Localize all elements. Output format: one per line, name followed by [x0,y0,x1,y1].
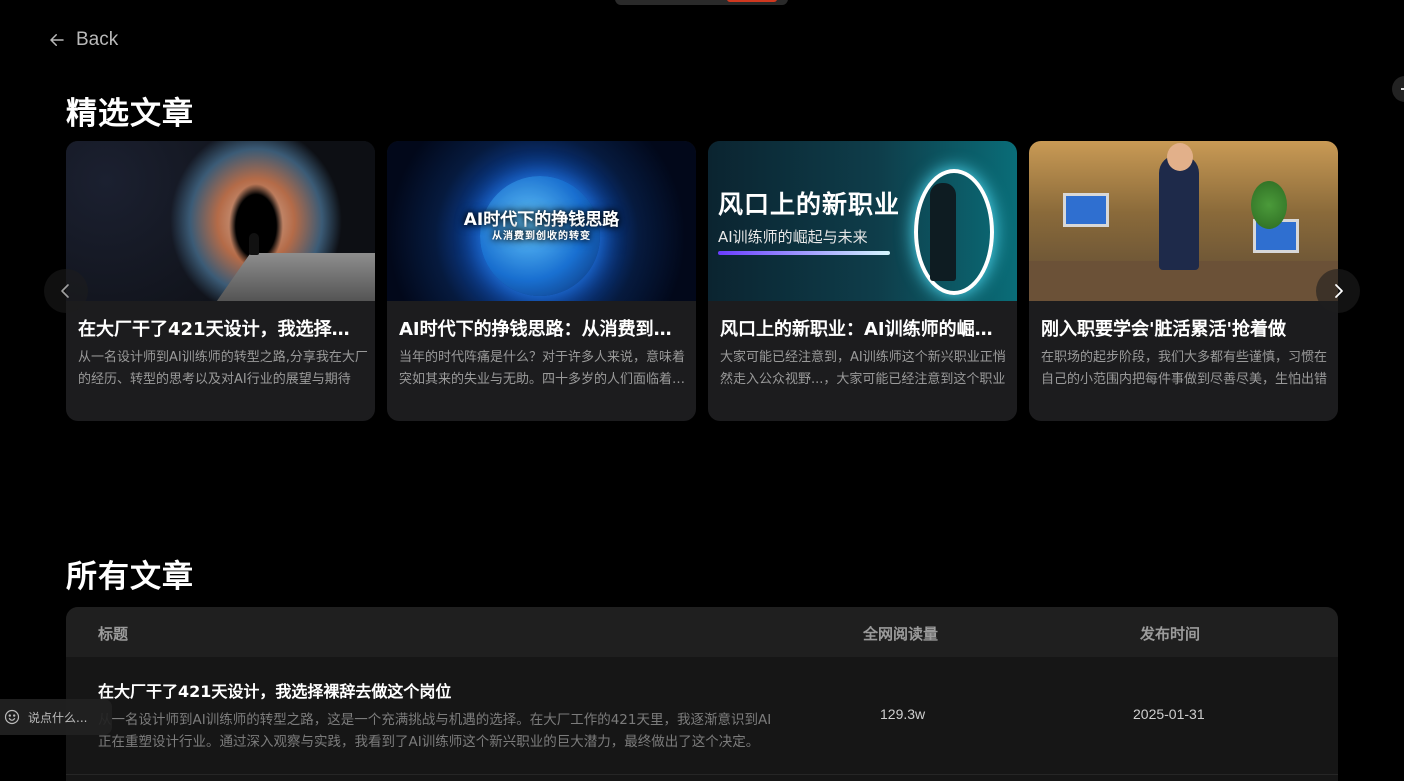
row-title: 在大厂干了421天设计，我选择裸辞去做这个岗位 [98,682,452,701]
pier-shape [201,253,375,301]
thumbnail-overlay-subtitle: AI训练师的崛起与未来 [718,228,868,246]
back-label: Back [76,29,119,50]
card-thumbnail-space-portal [66,141,375,301]
card-title: 风口上的新职业：AI训练师的崛起与未来 [720,319,1005,340]
featured-carousel: 在大厂干了421天设计，我选择裸辞去做这个岗位 从一名设计师到AI训练师的转型之… [66,141,1338,421]
row-description: 从一名设计师到AI训练师的转型之路，这是一个充满挑战与机遇的选择。在大厂工作的4… [98,712,772,750]
plant-shape [1251,181,1287,229]
articles-table: 标题 全网阅读量 发布时间 在大厂干了421天设计，我选择裸辞去做这个岗位 从一… [66,607,1338,781]
card-description: 当年的时代阵痛是什么？对于许多人来说，意味着突如其来的失业与无助。四十多岁的人们… [399,350,686,387]
featured-card[interactable]: 刚入职要学会'脏活累活'抢着做 在职场的起步阶段，我们大多都有些谨慎，习惯在自己… [1029,141,1338,421]
top-window-tab [615,0,788,5]
featured-card[interactable]: 风口上的新职业 AI训练师的崛起与未来 风口上的新职业：AI训练师的崛起与未来 … [708,141,1017,421]
card-thumbnail-office-cleaning [1029,141,1338,301]
chevron-right-icon [1335,284,1343,298]
side-collapse-button[interactable] [1392,76,1404,102]
gradient-underline [718,251,890,255]
person-silhouette [930,183,956,281]
top-tab-accent [727,0,777,2]
comment-placeholder: 说点什么... [28,710,88,725]
man-head [1167,143,1193,171]
carousel-prev-button[interactable] [44,269,88,313]
card-title: 在大厂干了421天设计，我选择裸辞去做这个岗位 [78,319,363,340]
comment-input[interactable]: 说点什么... [0,699,112,735]
card-description: 从一名设计师到AI训练师的转型之路,分享我在大厂的经历、转型的思考以及对AI行业… [78,350,368,387]
carousel-next-button[interactable] [1316,269,1360,313]
chevron-left-icon [61,284,69,298]
column-header-date: 发布时间 [1140,625,1201,643]
card-title: AI时代下的挣钱思路：从消费到创收的转变 [399,319,684,340]
table-row[interactable]: 在大厂干了421天设计，我选择裸辞去做这个岗位 从一名设计师到AI训练师的转型之… [66,657,1338,775]
card-description: 大家可能已经注意到，AI训练师这个新兴职业正悄然走入公众视野...，大家可能已经… [720,350,1006,387]
arrow-left-icon [50,34,64,46]
astronaut-figure [249,233,259,255]
thumbnail-overlay-subtitle: 从消费到创收的转变 [492,231,591,242]
card-title: 刚入职要学会'脏活累活'抢着做 [1041,319,1287,340]
featured-section-title: 精选文章 [66,96,194,132]
card-thumbnail-portal-ring: 风口上的新职业 AI训练师的崛起与未来 [708,141,1017,301]
all-articles-section-title: 所有文章 [66,559,194,595]
row-date: 2025-01-31 [1133,706,1205,722]
smiley-icon [4,709,20,725]
card-thumbnail-globe: AI时代下的挣钱思路 从消费到创收的转变 [387,141,696,301]
thumbnail-overlay-title: 风口上的新职业 [718,190,901,219]
featured-card[interactable]: 在大厂干了421天设计，我选择裸辞去做这个岗位 从一名设计师到AI训练师的转型之… [66,141,375,421]
table-header: 标题 全网阅读量 发布时间 [66,607,1338,657]
column-header-views: 全网阅读量 [863,625,939,643]
monitor-shape [1063,193,1109,227]
column-header-title: 标题 [98,625,129,643]
featured-card[interactable]: AI时代下的挣钱思路 从消费到创收的转变 AI时代下的挣钱思路：从消费到创收的转… [387,141,696,421]
man-figure [1159,155,1199,270]
back-button[interactable]: Back [48,28,118,52]
row-views: 129.3w [880,706,926,722]
card-description: 在职场的起步阶段，我们大多都有些谨慎，习惯在自己的小范围内把每件事做到尽善尽美，… [1041,350,1328,387]
